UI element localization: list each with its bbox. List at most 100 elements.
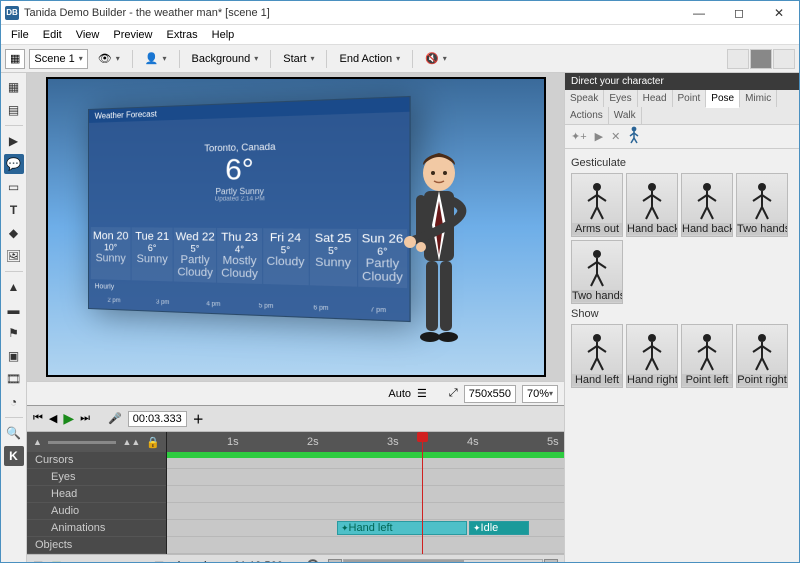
tab-point[interactable]: Point — [673, 90, 707, 107]
layout-3[interactable] — [773, 49, 795, 69]
start-dropdown[interactable]: Start ▾ — [277, 53, 320, 65]
track-objects[interactable]: Objects — [27, 537, 166, 554]
minimize-button[interactable]: — — [679, 1, 719, 24]
lane-objects[interactable] — [167, 537, 564, 554]
lane-animations[interactable]: ✦Hand left ✦ Idle — [167, 520, 564, 537]
lane-audio[interactable] — [167, 503, 564, 520]
tab-walk[interactable]: Walk — [609, 107, 642, 124]
tool-pointer[interactable]: ▲ — [4, 277, 24, 297]
menu-help[interactable]: Help — [206, 27, 241, 43]
footer-align-icon[interactable]: ☰ — [417, 387, 427, 400]
track-audio[interactable]: Audio — [27, 503, 166, 520]
clip-hand-left[interactable]: ✦Hand left — [337, 521, 467, 535]
tl-layer-select[interactable]: (none) ⇅ — [172, 559, 222, 563]
canvas[interactable]: Weather Forecast Toronto, Canada 6° Part… — [46, 77, 546, 377]
character-dropdown[interactable]: 👤 ▾ — [139, 52, 173, 65]
tab-speak[interactable]: Speak — [565, 90, 604, 107]
tab-head[interactable]: Head — [638, 90, 673, 107]
track-head[interactable]: Head — [27, 486, 166, 503]
tool-zoom[interactable]: 🔍 — [4, 423, 24, 443]
pose-thumb[interactable]: Two hands back — [736, 173, 788, 237]
pose-thumb[interactable]: Point left — [681, 324, 733, 388]
footer-fit-icon[interactable]: ⤢ — [449, 387, 458, 400]
track-eyes[interactable]: Eyes — [27, 469, 166, 486]
tool-k[interactable]: K — [4, 446, 24, 466]
tl-zoom-out-icon[interactable]: ▲ — [33, 437, 42, 447]
pose-thumb[interactable]: Hand back right — [681, 173, 733, 237]
mute-dropdown[interactable]: 🔇 ▾ — [419, 52, 453, 65]
tl-mic-icon[interactable]: 🎤 — [108, 412, 122, 425]
sb-left[interactable]: ◂ — [328, 559, 342, 563]
tab-mimic[interactable]: Mimic — [740, 90, 777, 107]
background-dropdown[interactable]: Background ▾ — [186, 53, 265, 65]
tool-slides[interactable]: ▤ — [4, 100, 24, 120]
rp-delete-icon[interactable]: ✕ — [611, 130, 620, 143]
tl-prev[interactable]: ◀ — [49, 412, 57, 425]
rp-add-icon[interactable]: ✦+ — [571, 130, 587, 143]
tl-layer-icon[interactable]: ▤ — [154, 559, 164, 562]
tool-thumbnails[interactable]: ▦ — [4, 77, 24, 97]
tool-flag[interactable]: ⚑ — [4, 323, 24, 343]
lane-eyes[interactable] — [167, 469, 564, 486]
track-cursors[interactable]: Cursors — [27, 452, 166, 469]
tl-headphones-icon[interactable]: 🎧 — [306, 559, 320, 562]
tl-add[interactable]: ＋ — [193, 411, 204, 427]
menu-edit[interactable]: Edit — [37, 27, 68, 43]
pose-thumb[interactable]: Hand right — [626, 324, 678, 388]
toolbar-grid-icon[interactable]: ▦ — [5, 49, 25, 69]
tl-first[interactable]: ⏮ — [33, 412, 43, 425]
sb-thumb[interactable] — [344, 560, 464, 563]
lane-cursors[interactable] — [167, 452, 564, 469]
tab-eyes[interactable]: Eyes — [604, 90, 637, 107]
tool-shape[interactable]: ◆ — [4, 223, 24, 243]
tool-play-icon[interactable]: ▶ — [4, 131, 24, 151]
tl-play[interactable]: ▶ — [63, 410, 74, 427]
track-animations[interactable]: Animations — [27, 520, 166, 537]
pose-thumb[interactable]: Hand left — [571, 324, 623, 388]
tl-lock-icon[interactable]: 🔒 — [146, 436, 160, 449]
tl-footer-icon2[interactable]: ◧ — [51, 559, 61, 562]
pose-thumb[interactable]: Hand back left — [626, 173, 678, 237]
visibility-dropdown[interactable]: 👁 ▾ — [92, 52, 126, 65]
tl-magnet-icon[interactable]: ∪ — [70, 559, 78, 562]
rp-play-icon[interactable]: ▶ — [595, 130, 603, 143]
tool-clock[interactable]: ◔ — [4, 392, 24, 412]
rp-character-icon[interactable] — [628, 126, 640, 147]
menu-file[interactable]: File — [5, 27, 35, 43]
timeline-scrollbar[interactable]: ◂ ▸ — [328, 559, 558, 563]
close-button[interactable]: ✕ — [759, 1, 799, 24]
tl-next[interactable]: ⏭ — [80, 412, 90, 425]
pose-thumb[interactable]: Two hands forw — [571, 240, 623, 304]
end-action-dropdown[interactable]: End Action ▾ — [333, 53, 406, 65]
scene-selector[interactable]: Scene 1▾ — [29, 49, 87, 69]
pose-thumb[interactable]: Arms out — [571, 173, 623, 237]
tool-button[interactable]: ▬ — [4, 300, 24, 320]
maximize-button[interactable]: ◻ — [719, 1, 759, 24]
playhead[interactable] — [422, 432, 423, 554]
menu-extras[interactable]: Extras — [160, 27, 203, 43]
footer-zoom[interactable]: 70% ▾ — [522, 385, 558, 403]
tool-image[interactable]: 🖼 — [4, 246, 24, 266]
character[interactable] — [394, 145, 484, 365]
layout-2[interactable] — [750, 49, 772, 69]
menu-view[interactable]: View — [70, 27, 106, 43]
footer-dims[interactable]: 750x550 — [464, 385, 516, 403]
tab-pose[interactable]: Pose — [706, 90, 740, 108]
tool-zone[interactable]: ▣ — [4, 346, 24, 366]
menu-preview[interactable]: Preview — [107, 27, 158, 43]
clip-idle[interactable]: ✦ Idle — [469, 521, 529, 535]
pose-thumb[interactable]: Point right — [736, 324, 788, 388]
tool-balloon[interactable]: 💬 — [4, 154, 24, 174]
tl-zoom-in-icon[interactable]: ▲▲ — [122, 437, 140, 447]
layout-1[interactable] — [727, 49, 749, 69]
lane-head[interactable] — [167, 486, 564, 503]
tab-actions[interactable]: Actions — [565, 107, 609, 124]
timeline-grid[interactable]: 1s2s3s4s5s6s7s ✦Hand left ✦ Idle — [167, 432, 564, 554]
tool-text[interactable]: T — [4, 200, 24, 220]
tool-note[interactable]: ▭ — [4, 177, 24, 197]
sb-track[interactable] — [343, 559, 543, 563]
timeline-ruler[interactable]: 1s2s3s4s5s6s7s — [167, 432, 564, 452]
tl-footer-icon1[interactable]: ▥ — [33, 559, 43, 562]
footer-auto[interactable]: Auto — [388, 388, 411, 400]
sb-right[interactable]: ▸ — [544, 559, 558, 563]
